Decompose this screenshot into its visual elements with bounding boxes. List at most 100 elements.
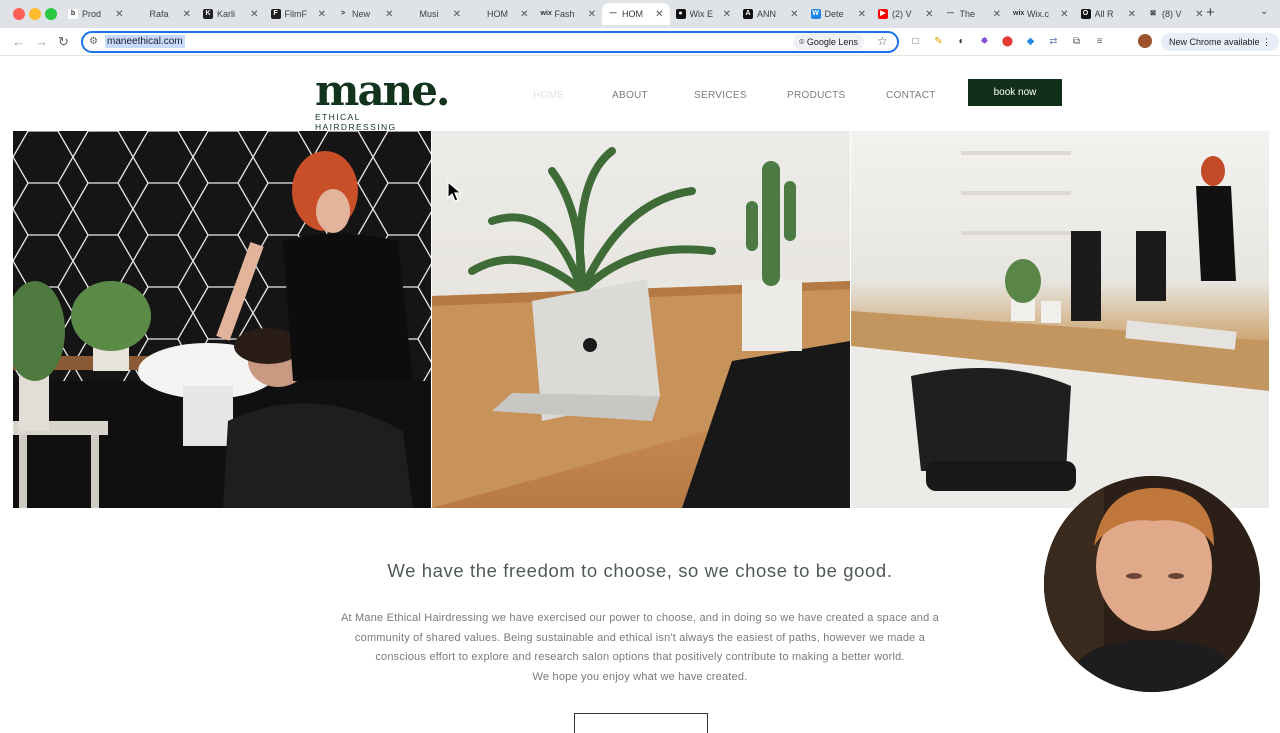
tab-title: (8) V bbox=[1162, 9, 1182, 19]
forward-button[interactable]: → bbox=[35, 34, 48, 49]
extension-icon[interactable]: ⇄ bbox=[1046, 34, 1061, 49]
back-button[interactable]: ← bbox=[12, 34, 25, 49]
tab-favicon-icon: ⊠ bbox=[1148, 9, 1158, 19]
address-bar[interactable]: ⚙ maneethical.com ⌾ Google Lens ☆ bbox=[81, 31, 899, 53]
tab-list: b Prod ✕ Rafa ✕ K Karli ✕ F FilmF ✕ > New ✕ Musi ✕ HOM ✕ w… bbox=[62, 3, 1210, 25]
tab-title: Wix.c bbox=[1027, 9, 1049, 19]
tab-favicon-icon: ● bbox=[675, 9, 686, 19]
extension-icon[interactable]: ⧉ bbox=[1069, 34, 1084, 49]
tab-close-icon[interactable]: ✕ bbox=[588, 9, 596, 20]
browser-tab[interactable]: wix Wix.c ✕ bbox=[1007, 3, 1075, 25]
tab-close-icon[interactable]: ✕ bbox=[655, 9, 663, 20]
mission-body-line: At Mane Ethical Hairdressing we have exe… bbox=[341, 612, 939, 624]
tab-close-icon[interactable]: ✕ bbox=[183, 9, 191, 20]
browser-tab-strip: b Prod ✕ Rafa ✕ K Karli ✕ F FilmF ✕ > New ✕ Musi ✕ HOM ✕ w… bbox=[0, 0, 1280, 28]
browser-tab[interactable]: — HOM ✕ bbox=[602, 3, 670, 25]
window-close-button[interactable] bbox=[13, 8, 25, 20]
new-chrome-available-button[interactable]: New Chrome available ⋮ bbox=[1161, 33, 1280, 51]
extension-icon[interactable]: □ bbox=[908, 34, 923, 49]
tab-close-icon[interactable]: ✕ bbox=[1195, 9, 1203, 20]
tab-close-icon[interactable]: ✕ bbox=[250, 9, 258, 20]
window-minimize-button[interactable] bbox=[29, 8, 41, 20]
tab-title: All R bbox=[1094, 9, 1114, 19]
extension-icon[interactable]: ✎ bbox=[931, 34, 946, 49]
nav-home[interactable]: HOME bbox=[533, 90, 564, 101]
nav-contact[interactable]: CONTACT bbox=[886, 90, 936, 101]
browser-tab[interactable]: ▶ (2) V ✕ bbox=[872, 3, 940, 25]
extension-icon[interactable]: ◆ bbox=[1023, 34, 1038, 49]
profile-avatar[interactable] bbox=[1138, 34, 1152, 48]
tab-title: HOM bbox=[622, 9, 643, 19]
browser-tab[interactable]: > New ✕ bbox=[332, 3, 400, 25]
tab-search-chevron-icon[interactable]: ⌄ bbox=[1260, 6, 1268, 17]
browser-tab[interactable]: Rafa ✕ bbox=[130, 3, 198, 25]
logo-wordmark: mane. bbox=[315, 66, 451, 115]
tab-close-icon[interactable]: ✕ bbox=[993, 9, 1001, 20]
browser-tab[interactable]: ⊠ (8) V ✕ bbox=[1142, 3, 1210, 25]
browser-tab[interactable]: A ANN ✕ bbox=[737, 3, 805, 25]
reload-button[interactable]: ↻ bbox=[58, 34, 69, 50]
browser-tab[interactable]: K Karli ✕ bbox=[197, 3, 265, 25]
tab-favicon-icon: ▶ bbox=[878, 9, 888, 19]
extension-icon[interactable]: ✸ bbox=[977, 34, 992, 49]
new-tab-button[interactable]: + bbox=[1206, 4, 1215, 21]
bookmark-star-icon[interactable]: ☆ bbox=[877, 34, 888, 48]
tab-favicon-icon: A bbox=[743, 9, 753, 19]
tab-close-icon[interactable]: ✕ bbox=[790, 9, 798, 20]
tab-favicon-icon: — bbox=[608, 9, 618, 19]
browser-tab[interactable]: O All R ✕ bbox=[1075, 3, 1143, 25]
mouse-cursor-icon bbox=[447, 181, 463, 202]
site-settings-icon[interactable]: ⚙ bbox=[89, 36, 98, 47]
browser-tab[interactable]: HOM ✕ bbox=[467, 3, 535, 25]
window-maximize-button[interactable] bbox=[45, 8, 57, 20]
browser-tab[interactable]: W Dete ✕ bbox=[805, 3, 873, 25]
nav-services[interactable]: SERVICES bbox=[694, 90, 747, 101]
more-menu-icon[interactable]: ⋮ bbox=[1260, 37, 1271, 47]
tab-close-icon[interactable]: ✕ bbox=[925, 9, 933, 20]
tab-favicon-icon: wix bbox=[1013, 9, 1025, 19]
google-lens-button[interactable]: ⌾ Google Lens bbox=[793, 34, 864, 50]
tab-close-icon[interactable]: ✕ bbox=[453, 9, 461, 20]
new-chrome-label: New Chrome available bbox=[1169, 37, 1260, 47]
google-lens-label: Google Lens bbox=[806, 37, 858, 47]
tab-close-icon[interactable]: ✕ bbox=[723, 9, 731, 20]
extensions-bar: □ ✎ ◐ ✸ ⬤ ◆ ⇄ ⧉ ≡ bbox=[908, 34, 1107, 49]
tab-close-icon[interactable]: ✕ bbox=[520, 9, 528, 20]
extension-icon[interactable]: ⬤ bbox=[1000, 34, 1015, 49]
nav-products[interactable]: PRODUCTS bbox=[787, 90, 846, 101]
browser-tab[interactable]: Musi ✕ bbox=[400, 3, 468, 25]
tab-favicon-icon: — bbox=[945, 9, 956, 19]
tab-close-icon[interactable]: ✕ bbox=[1128, 9, 1136, 20]
url-text[interactable]: maneethical.com bbox=[105, 35, 185, 48]
book-now-button[interactable]: book now bbox=[968, 79, 1062, 106]
tab-favicon-icon bbox=[473, 9, 483, 19]
browser-tab[interactable]: wix Fash ✕ bbox=[535, 3, 603, 25]
tab-title: Musi bbox=[419, 9, 439, 19]
webcam-presenter-overlay bbox=[1044, 476, 1260, 692]
mission-body: At Mane Ethical Hairdressing we have exe… bbox=[320, 609, 960, 688]
nav-about[interactable]: ABOUT bbox=[612, 90, 648, 101]
tab-favicon-icon: F bbox=[270, 9, 281, 19]
browser-tab[interactable]: ● Wix E ✕ bbox=[670, 3, 738, 25]
browser-tab[interactable]: — The ✕ bbox=[940, 3, 1008, 25]
tab-title: Fash bbox=[554, 9, 575, 19]
tab-title: ANN bbox=[757, 9, 777, 19]
tab-close-icon[interactable]: ✕ bbox=[858, 9, 866, 20]
cta-button-partial[interactable] bbox=[574, 713, 708, 733]
tab-close-icon[interactable]: ✕ bbox=[115, 9, 123, 20]
tab-title: (2) V bbox=[892, 9, 912, 19]
tab-close-icon[interactable]: ✕ bbox=[1060, 9, 1068, 20]
tab-title: New bbox=[352, 9, 371, 19]
logo-tagline: ETHICAL HAIRDRESSING bbox=[315, 112, 397, 132]
tab-title: Wix E bbox=[689, 9, 714, 19]
browser-tab[interactable]: b Prod ✕ bbox=[62, 3, 130, 25]
tab-favicon-icon: W bbox=[810, 9, 821, 19]
browser-tab[interactable]: F FilmF ✕ bbox=[265, 3, 333, 25]
site-logo[interactable]: mane. ETHICAL HAIRDRESSING bbox=[315, 66, 451, 133]
tab-close-icon[interactable]: ✕ bbox=[385, 9, 393, 20]
tab-close-icon[interactable]: ✕ bbox=[318, 9, 326, 20]
extension-icon[interactable]: ≡ bbox=[1092, 34, 1107, 49]
mission-body-line: community of shared values. Being sustai… bbox=[354, 631, 926, 644]
tab-favicon-icon: > bbox=[338, 9, 348, 19]
extension-icon[interactable]: ◐ bbox=[954, 34, 969, 49]
